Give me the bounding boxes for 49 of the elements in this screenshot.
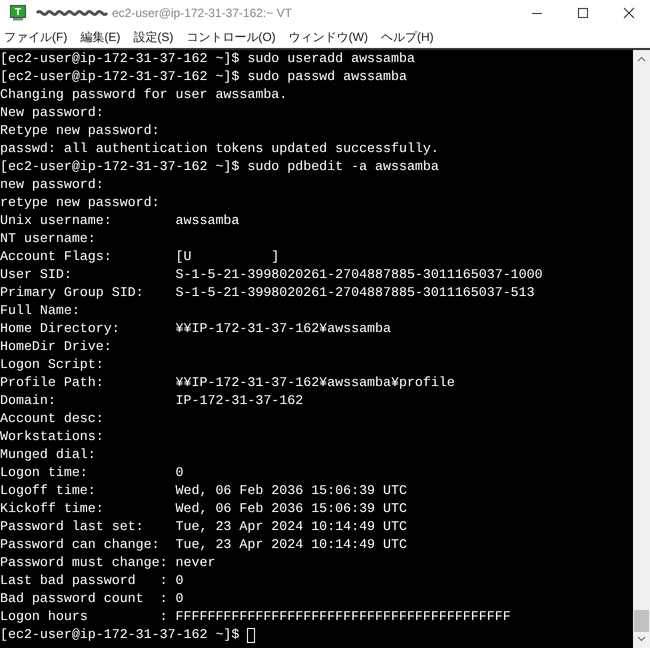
terminal-line: Home Directory: ¥¥IP-172-31-37-162¥awssamba [0, 320, 392, 338]
terminal-line: Workstations: [0, 428, 105, 446]
menu-item[interactable]: ヘルプ(H) [380, 28, 434, 46]
terminal-line: NT username: [0, 230, 97, 248]
terminal-line: Account desc: [0, 410, 105, 428]
terminal-app-icon [10, 5, 26, 21]
terminal-line: Retype new password: [0, 122, 161, 140]
terminal-line: [ec2-user@ip-172-31-37-162 ~]$ sudo useradd awssamba [0, 50, 416, 68]
terminal-line: Logoff time: Wed, 06 Feb 2036 15:06:39 UTC [0, 482, 408, 500]
terminal-line: Full Name: [0, 302, 81, 320]
terminal-line: Primary Group SID: S-1-5-21-3998020261-2704887885-3011165037-513 [0, 284, 536, 302]
terminal-line: Password can change: Tue, 23 Apr 2024 10:14:49 UTC [0, 536, 408, 554]
terminal-line: Account Flags: [U ] [0, 248, 280, 266]
scroll-up-icon[interactable] [637, 56, 646, 62]
terminal-line: Logon time: 0 [0, 464, 185, 482]
menu-item[interactable]: ファイル(F) [4, 28, 68, 46]
terminal-line: Munged dial: [0, 446, 97, 464]
terminal-line: new password: [0, 176, 105, 194]
terminal-line: Bad password count : 0 [0, 590, 185, 608]
terminal-line: Domain: IP-172-31-37-162 [0, 392, 304, 410]
terminal-line: Password last set: Tue, 23 Apr 2024 10:14:49 UTC [0, 518, 408, 536]
window-title: ec2-user@ip-172-31-37-162:~ VT [112, 5, 292, 22]
terminal-line: Last bad password : 0 [0, 572, 185, 590]
menu-item[interactable]: 編集(E) [80, 28, 120, 46]
terminal-line: Password must change: never [0, 554, 216, 572]
terminal-line: passwd: all authentication tokens updated successfully. [0, 140, 440, 158]
menu-item[interactable]: ウィンドウ(W) [288, 28, 368, 46]
maximize-icon[interactable] [577, 7, 589, 19]
terminal-line: Kickoff time: Wed, 06 Feb 2036 15:06:39 UTC [0, 500, 408, 518]
terminal-line: Logon Script: [0, 356, 105, 374]
terminal-prompt: [ec2-user@ip-172-31-37-162 ~]$ [0, 626, 240, 644]
terminal-line: HomeDir Drive: [0, 338, 113, 356]
terminal-line: New password: [0, 104, 105, 122]
terminal-line: Profile Path: ¥¥IP-172-31-37-162¥awssamba¥profile [0, 374, 456, 392]
terminal-line: Logon hours : FFFFFFFFFFFFFFFFFFFFFFFFFFFFFFFFFFFFFFFFFF [0, 608, 512, 626]
redacted-mark [36, 7, 108, 19]
close-icon[interactable] [623, 7, 635, 19]
terminal-line: Unix username: awssamba [0, 212, 240, 230]
terminal-line: Changing password for user awssamba. [0, 86, 288, 104]
scrollbar-thumb[interactable] [634, 610, 649, 632]
scrollbar[interactable] [633, 50, 650, 648]
terminal-line: [ec2-user@ip-172-31-37-162 ~]$ sudo pdbedit -a awssamba [0, 158, 440, 176]
scroll-down-icon[interactable] [637, 636, 646, 642]
terminal-line: [ec2-user@ip-172-31-37-162 ~]$ sudo passwd awssamba [0, 68, 408, 86]
terminal-line: User SID: S-1-5-21-3998020261-2704887885-3011165037-1000 [0, 266, 544, 284]
terminal-line: retype new password: [0, 194, 161, 212]
cursor [247, 628, 256, 642]
menu-item[interactable]: 設定(S) [133, 28, 174, 46]
menu-item[interactable]: コントロール(O) [186, 28, 276, 46]
